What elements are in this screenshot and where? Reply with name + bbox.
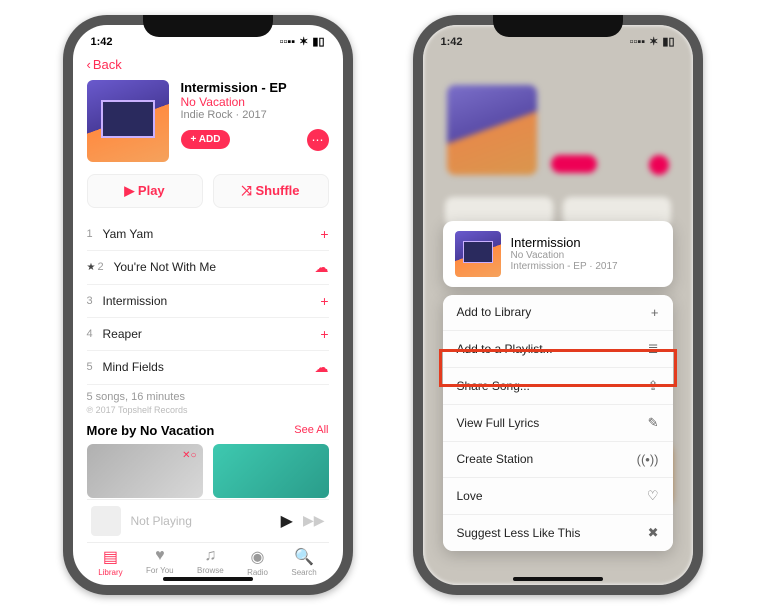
forward-icon[interactable]: ▶▶ [303, 512, 325, 529]
blurred-more-button [649, 155, 669, 175]
track-name: Mind Fields [103, 360, 315, 374]
library-icon: ▤ [103, 547, 118, 567]
menu-view-lyrics[interactable]: View Full Lyrics ✎ [443, 404, 673, 441]
track-name: You're Not With Me [113, 260, 314, 274]
menu-label: View Full Lyrics [457, 416, 540, 430]
tab-radio[interactable]: ◉Radio [247, 547, 268, 577]
wifi-icon: ✶ [649, 35, 658, 48]
play-button[interactable]: ▶ Play [87, 174, 203, 208]
sheet-album-art [455, 231, 501, 277]
more-by-header: More by No Vacation [87, 423, 215, 438]
sheet-song-title: Intermission [511, 235, 618, 250]
heart-icon: ♡ [647, 488, 659, 504]
track-row[interactable]: 4 Reaper + [87, 318, 329, 351]
related-album-2[interactable] [213, 444, 329, 498]
battery-icon: ▮▯ [662, 35, 674, 48]
menu-add-to-library[interactable]: Add to Library + [443, 295, 673, 330]
station-icon: ((•)) [637, 452, 659, 467]
track-row[interactable]: 3 Intermission + [87, 285, 329, 318]
status-time: 1:42 [91, 36, 113, 48]
track-row[interactable]: 5 Mind Fields ☁ [87, 351, 329, 385]
tab-library[interactable]: ▤Library [98, 547, 122, 577]
album-copyright: ℗ 2017 Topshelf Records [87, 405, 329, 415]
menu-label: Add to Library [457, 305, 532, 319]
download-track-icon[interactable]: ☁ [315, 259, 329, 276]
menu-label: Create Station [457, 452, 534, 466]
add-track-icon[interactable]: + [320, 326, 328, 342]
blurred-add-button [551, 155, 597, 173]
track-number: 3 [87, 295, 103, 307]
track-number: 1 [87, 228, 103, 240]
track-row[interactable]: ★ 2 You're Not With Me ☁ [87, 251, 329, 285]
menu-label: Add to a Playlist... [457, 342, 553, 356]
now-playing-text: Not Playing [131, 514, 271, 528]
menu-share-song[interactable]: Share Song... ⇪ [443, 367, 673, 404]
track-row[interactable]: 1 Yam Yam + [87, 218, 329, 251]
album-art[interactable] [87, 80, 169, 162]
tab-search[interactable]: 🔍Search [291, 547, 316, 577]
notch [143, 15, 273, 37]
home-indicator[interactable] [513, 577, 603, 581]
now-playing-bar[interactable]: Not Playing ▶ ▶▶ [87, 499, 329, 542]
wifi-icon: ✶ [299, 35, 308, 48]
menu-suggest-less[interactable]: Suggest Less Like This ✖ [443, 514, 673, 551]
sheet-meta: Intermission - EP · 2017 [511, 261, 618, 272]
menu-love[interactable]: Love ♡ [443, 477, 673, 514]
see-all-link[interactable]: See All [294, 424, 328, 436]
heart-icon: ♥ [155, 547, 165, 565]
tab-for-you[interactable]: ♥For You [146, 547, 174, 577]
play-icon[interactable]: ▶ [281, 511, 293, 531]
signal-icon: ▫▫▪▪ [630, 36, 646, 48]
shuffle-button[interactable]: ⤨ Shuffle [213, 174, 329, 208]
battery-icon: ▮▯ [312, 35, 324, 48]
action-sheet: Intermission No Vacation Intermission - … [443, 221, 673, 559]
sheet-artist: No Vacation [511, 250, 618, 261]
action-sheet-header-card: Intermission No Vacation Intermission - … [443, 221, 673, 287]
radio-icon: ◉ [251, 547, 265, 567]
dislike-icon: ✖ [648, 525, 659, 541]
menu-add-to-playlist[interactable]: Add to a Playlist... ≣ [443, 330, 673, 367]
phone-action-sheet: 1:42 ▫▫▪▪ ✶ ▮▯ Intermission No Vacation … [413, 15, 703, 595]
related-album-1[interactable] [87, 444, 203, 498]
download-track-icon[interactable]: ☁ [315, 359, 329, 376]
menu-label: Share Song... [457, 379, 530, 393]
more-options-button[interactable]: ⋯ [307, 129, 329, 151]
plus-icon: + [651, 305, 659, 320]
tab-browse[interactable]: ♫Browse [197, 547, 224, 577]
share-icon: ⇪ [648, 378, 659, 394]
track-name: Yam Yam [103, 227, 321, 241]
album-meta: Indie Rock · 2017 [181, 109, 329, 121]
lyrics-icon: ✎ [648, 415, 659, 431]
signal-icon: ▫▫▪▪ [280, 36, 296, 48]
now-playing-art [91, 506, 121, 536]
note-icon: ♫ [204, 547, 216, 565]
search-icon: 🔍 [294, 547, 314, 567]
status-time: 1:42 [441, 36, 463, 48]
menu-create-station[interactable]: Create Station ((•)) [443, 441, 673, 477]
notch [493, 15, 623, 37]
track-name: Reaper [103, 327, 321, 341]
track-name: Intermission [103, 294, 321, 308]
phone-album-view: 1:42 ▫▫▪▪ ✶ ▮▯ ‹ Back Intermission - EP … [63, 15, 353, 595]
album-artist-link[interactable]: No Vacation [181, 95, 329, 109]
add-track-icon[interactable]: + [320, 293, 328, 309]
menu-label: Love [457, 489, 483, 503]
playlist-icon: ≣ [648, 341, 659, 357]
chevron-left-icon: ‹ [87, 57, 91, 72]
add-button[interactable]: + ADD [181, 130, 231, 149]
home-indicator[interactable] [163, 577, 253, 581]
menu-label: Suggest Less Like This [457, 526, 581, 540]
track-number: 2 [97, 261, 113, 273]
track-number: 5 [87, 361, 103, 373]
back-label: Back [93, 57, 122, 72]
track-list: 1 Yam Yam + ★ 2 You're Not With Me ☁ 3 I… [87, 218, 329, 385]
track-number: 4 [87, 328, 103, 340]
album-title: Intermission - EP [181, 80, 329, 95]
action-sheet-menu: Add to Library + Add to a Playlist... ≣ … [443, 295, 673, 551]
album-summary: 5 songs, 16 minutes [87, 385, 329, 405]
back-button[interactable]: ‹ Back [87, 53, 329, 76]
blurred-album-art [447, 85, 537, 175]
star-icon: ★ [87, 262, 96, 273]
add-track-icon[interactable]: + [320, 226, 328, 242]
